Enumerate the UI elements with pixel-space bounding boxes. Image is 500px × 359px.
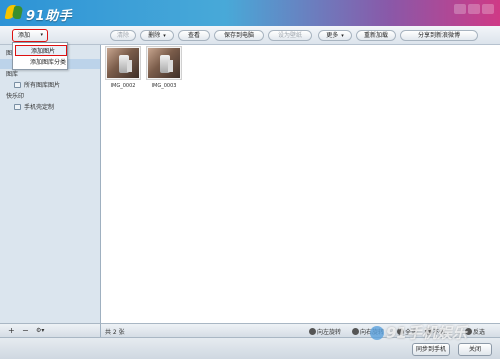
sidebar-item-label: 快乐印 <box>6 93 25 100</box>
rotate-left-label: 向左旋转 <box>317 329 342 336</box>
sidebar-item-happy-print[interactable]: 快乐印 <box>0 92 100 102</box>
remove-category-icon[interactable]: − <box>22 324 29 337</box>
toolbar: 添加 ▾ 清除 删除 ▾ 查看 保存到电脑 设为壁纸 更多 ▾ 重新加载 分享到新浪… <box>0 26 500 45</box>
sidebar-item-label: 所有图库图片 <box>24 82 61 89</box>
close-button[interactable]: 关闭 <box>458 343 492 356</box>
share-weibo-button[interactable]: 分享到新浪微博 <box>400 30 478 41</box>
invert-selection-button[interactable]: 反选 <box>465 327 485 336</box>
photo-grid: IMG_0002 IMG_0003 <box>101 45 500 323</box>
set-wallpaper-label: 设为壁纸 <box>277 32 302 39</box>
more-button[interactable]: 更多 ▾ <box>318 30 352 41</box>
sidebar-item-label: 图库 <box>6 71 19 78</box>
chevron-down-icon: ▾ <box>341 33 344 39</box>
placeholder-disabled-button: 清除 <box>110 30 136 41</box>
menu-item-add-category[interactable]: 添加图库分类 <box>15 57 67 68</box>
photo-image <box>107 48 139 78</box>
view-label: 查看 <box>187 32 200 39</box>
close-label: 关闭 <box>468 346 481 353</box>
more-label: 更多 <box>326 32 339 39</box>
save-to-pc-label: 保存到电脑 <box>223 32 254 39</box>
watermark-text: 91手机娱乐 <box>386 324 467 342</box>
watermark-logo-icon <box>370 326 384 340</box>
sidebar: 图 图库 所有图库图片 快乐印 手机壳定制 <box>0 45 101 323</box>
view-button[interactable]: 查看 <box>178 30 210 41</box>
chevron-down-icon: ▾ <box>40 32 43 38</box>
invert-label: 反选 <box>473 329 486 336</box>
app-title: 91助手 <box>26 9 73 24</box>
sidebar-item-all-gallery-photos[interactable]: 所有图库图片 <box>0 81 100 91</box>
window-controls <box>454 4 494 14</box>
add-category-icon[interactable]: + <box>8 324 15 337</box>
maximize-icon[interactable] <box>468 4 480 14</box>
photo-label: IMG_0002 <box>110 83 136 89</box>
add-button-label: 添加 <box>18 32 31 39</box>
photo-image <box>148 48 180 78</box>
reload-button[interactable]: 重新加载 <box>356 30 396 41</box>
add-dropdown-menu: 添加图片 添加图库分类 <box>12 42 68 70</box>
menu-item-add-photo[interactable]: 添加图片 <box>15 45 67 56</box>
minimize-icon[interactable] <box>454 4 466 14</box>
close-icon[interactable] <box>482 4 494 14</box>
sidebar-item-label: 手机壳定制 <box>24 104 55 111</box>
sidebar-item-gallery[interactable]: 图库 <box>0 70 100 80</box>
add-button[interactable]: 添加 ▾ <box>12 29 48 42</box>
sync-to-phone-button[interactable]: 同步到手机 <box>412 343 450 356</box>
app-logo-icon <box>4 5 24 21</box>
photo-count: 共 2 张 <box>105 329 125 336</box>
watermark-logo: 91手机娱乐 <box>370 322 467 343</box>
sidebar-item-phone-case[interactable]: 手机壳定制 <box>0 103 100 113</box>
sidebar-bottom-bar: + − ⚙▾ <box>0 323 101 337</box>
share-label: 分享到新浪微博 <box>417 32 460 39</box>
delete-button[interactable]: 删除 ▾ <box>140 30 174 41</box>
camera-icon <box>14 104 21 110</box>
rotate-right-icon <box>352 328 359 335</box>
save-to-pc-button[interactable]: 保存到电脑 <box>214 30 264 41</box>
reload-label: 重新加载 <box>363 32 388 39</box>
sync-label: 同步到手机 <box>415 346 446 353</box>
settings-icon[interactable]: ⚙▾ <box>36 324 44 337</box>
set-wallpaper-button[interactable]: 设为壁纸 <box>268 30 312 41</box>
folder-icon <box>14 82 21 88</box>
title-bar: 91助手 <box>0 0 500 26</box>
disabled-label: 清除 <box>116 32 129 39</box>
rotate-left-button[interactable]: 向左旋转 <box>309 327 341 336</box>
photo-thumbnail[interactable] <box>146 46 182 80</box>
delete-label: 删除 <box>148 32 161 39</box>
chevron-down-icon: ▾ <box>163 33 166 39</box>
photo-thumbnail[interactable] <box>105 46 141 80</box>
rotate-left-icon <box>309 328 316 335</box>
photo-label: IMG_0003 <box>151 83 177 89</box>
